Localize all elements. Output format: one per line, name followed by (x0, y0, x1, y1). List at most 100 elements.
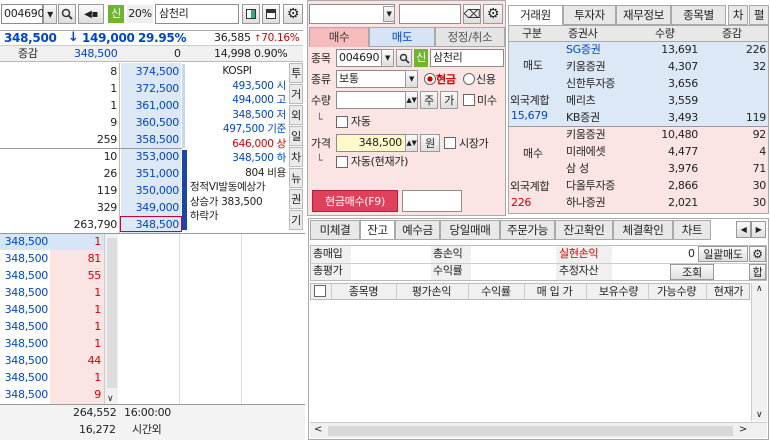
total-pl-label: 총손익 (433, 247, 463, 260)
auto-checkbox[interactable] (336, 116, 348, 128)
ask-price[interactable]: 351,000 (121, 166, 180, 182)
code-dropdown-button[interactable]: ▼ (43, 4, 57, 24)
ask-price[interactable]: 349,000 (121, 200, 180, 216)
qty-max-button[interactable]: 가 (440, 91, 458, 109)
qty-input[interactable] (336, 91, 406, 109)
order-extra-input[interactable] (402, 190, 462, 212)
price-input[interactable]: 348,500 (336, 134, 406, 152)
auto-current-checkbox[interactable] (336, 156, 348, 168)
order-type-select[interactable]: 보통 (336, 70, 406, 88)
auto-label: 자동 (351, 115, 371, 128)
clear-button[interactable]: ⌫ (463, 4, 481, 24)
scroll-thumb[interactable] (107, 238, 117, 388)
qty-unit-button[interactable]: 주 (420, 91, 438, 109)
side-tab[interactable]: 뉴 (289, 168, 303, 188)
window-button-1[interactable] (242, 4, 260, 24)
holdings-vscroll[interactable]: ∧ ∨ (751, 283, 767, 421)
ask-price[interactable]: 374,500 (121, 64, 180, 80)
side-tab[interactable]: 차 (289, 147, 303, 167)
side-tab[interactable]: 권 (289, 189, 303, 209)
info-row: 하락가 (190, 210, 219, 222)
holdings-col-header[interactable]: 매 입 가 (524, 284, 584, 300)
query-button[interactable]: 조회 (670, 264, 714, 280)
balance-tab[interactable]: 미체결 (310, 220, 360, 240)
speaker-button[interactable]: ◀▪ (78, 4, 104, 24)
ask-price[interactable]: 360,500 (121, 115, 180, 131)
chevron-left-icon[interactable]: < (314, 424, 322, 435)
next-button[interactable]: 합 (749, 264, 766, 280)
ask-price[interactable]: 372,500 (121, 81, 180, 97)
trades-scrollbar[interactable]: ∨ (104, 234, 118, 404)
chevron-down-icon[interactable]: ∨ (756, 410, 763, 420)
holdings-col-header[interactable]: 종목명 (331, 284, 395, 300)
tab-sell[interactable]: 매도 (369, 27, 435, 47)
side-tab[interactable]: 외 (289, 105, 303, 125)
cash-radio[interactable] (424, 73, 436, 85)
tab-scroll-left[interactable]: ◀ (736, 221, 751, 238)
ask-price[interactable]: 361,000 (121, 98, 180, 114)
ask-price[interactable]: 350,000 (121, 183, 180, 199)
order-type-dropdown[interactable]: ▼ (405, 70, 418, 88)
order-settings-button[interactable]: ⚙ (483, 4, 503, 24)
price-unit-button[interactable]: 원 (420, 134, 440, 152)
order-code-input[interactable]: 004690 (336, 49, 382, 67)
trade-qty: 81 (87, 252, 102, 265)
balance-tab[interactable]: 체결확인 (613, 220, 673, 240)
qty-stepper[interactable]: ▲▼ (405, 91, 418, 109)
holdings-col-header[interactable]: 현재가 (706, 284, 750, 300)
price-stepper[interactable]: ▲▼ (405, 134, 418, 152)
holdings-col-header[interactable]: 수익률 (468, 284, 523, 300)
balance-tab[interactable]: 주문가능 (500, 220, 555, 240)
tab-expand[interactable]: 펼 (749, 5, 769, 25)
balance-tab[interactable]: 차트 (673, 220, 711, 240)
hscroll-thumb[interactable] (328, 426, 733, 436)
search-button[interactable] (58, 4, 76, 24)
order-search-button[interactable] (396, 49, 412, 67)
balance-tab[interactable]: 잔고확인 (555, 220, 613, 240)
change-label: 증감 (18, 47, 38, 60)
chevron-down-icon[interactable]: ∨ (107, 394, 114, 404)
side-tab[interactable]: 투 (289, 63, 303, 83)
unfilled-checkbox[interactable] (463, 94, 475, 106)
ask-qty: 10 (103, 150, 118, 163)
balance-tab[interactable]: 예수금 (395, 220, 440, 240)
chevron-up-icon[interactable]: ∧ (756, 284, 763, 294)
broker-change: 30 (752, 196, 767, 209)
tab-modify-cancel[interactable]: 정정/취소 (435, 27, 505, 47)
tab-chart-short[interactable]: 차 (728, 5, 748, 25)
side-tab[interactable]: 일 (289, 126, 303, 146)
broker-col-change: 증감 (722, 27, 742, 40)
tab-financials[interactable]: 재무정보 (616, 5, 671, 25)
settings-button[interactable]: ⚙ (283, 4, 303, 24)
tab-buy[interactable]: 매수 (309, 27, 369, 47)
trade-price: 348,500 (4, 371, 49, 384)
tab-investor[interactable]: 투자자 (563, 5, 616, 25)
side-tab[interactable]: 기 (289, 210, 303, 230)
tab-broker[interactable]: 거래원 (508, 5, 563, 25)
ask-price[interactable]: 348,500 (121, 217, 180, 233)
holdings-hscroll[interactable]: < > (310, 422, 767, 438)
select-all-checkbox[interactable] (314, 285, 326, 297)
unfilled-label: 미수 (477, 94, 497, 107)
stock-code-input[interactable]: 004690 (1, 4, 45, 24)
balance-tab[interactable]: 잔고 (360, 220, 395, 240)
market-price-checkbox[interactable] (444, 137, 456, 149)
chevron-right-icon[interactable]: > (739, 424, 747, 435)
holdings-col-header[interactable]: 평가손익 (396, 284, 466, 300)
ask-price[interactable]: 358,500 (121, 132, 180, 148)
password-input[interactable] (399, 4, 461, 24)
balance-settings-button[interactable]: ⚙ (749, 246, 766, 262)
window-button-2[interactable] (262, 4, 280, 24)
account-dropdown[interactable]: ▼ (383, 6, 395, 22)
bulk-sell-button[interactable]: 일괄매도 (698, 246, 748, 262)
cash-buy-button[interactable]: 현금매수(F9) (312, 190, 398, 212)
balance-tab[interactable]: 당일매매 (440, 220, 500, 240)
holdings-col-header[interactable]: 가능수량 (648, 284, 704, 300)
holdings-col-header[interactable]: 보유수량 (586, 284, 650, 300)
side-tab[interactable]: 거 (289, 84, 303, 104)
credit-radio[interactable] (463, 73, 475, 85)
tab-scroll-right[interactable]: ▶ (751, 221, 766, 238)
order-code-dropdown[interactable]: ▼ (381, 49, 394, 67)
ask-price[interactable]: 353,000 (121, 149, 180, 165)
tab-by-stock[interactable]: 종목별 (671, 5, 726, 25)
